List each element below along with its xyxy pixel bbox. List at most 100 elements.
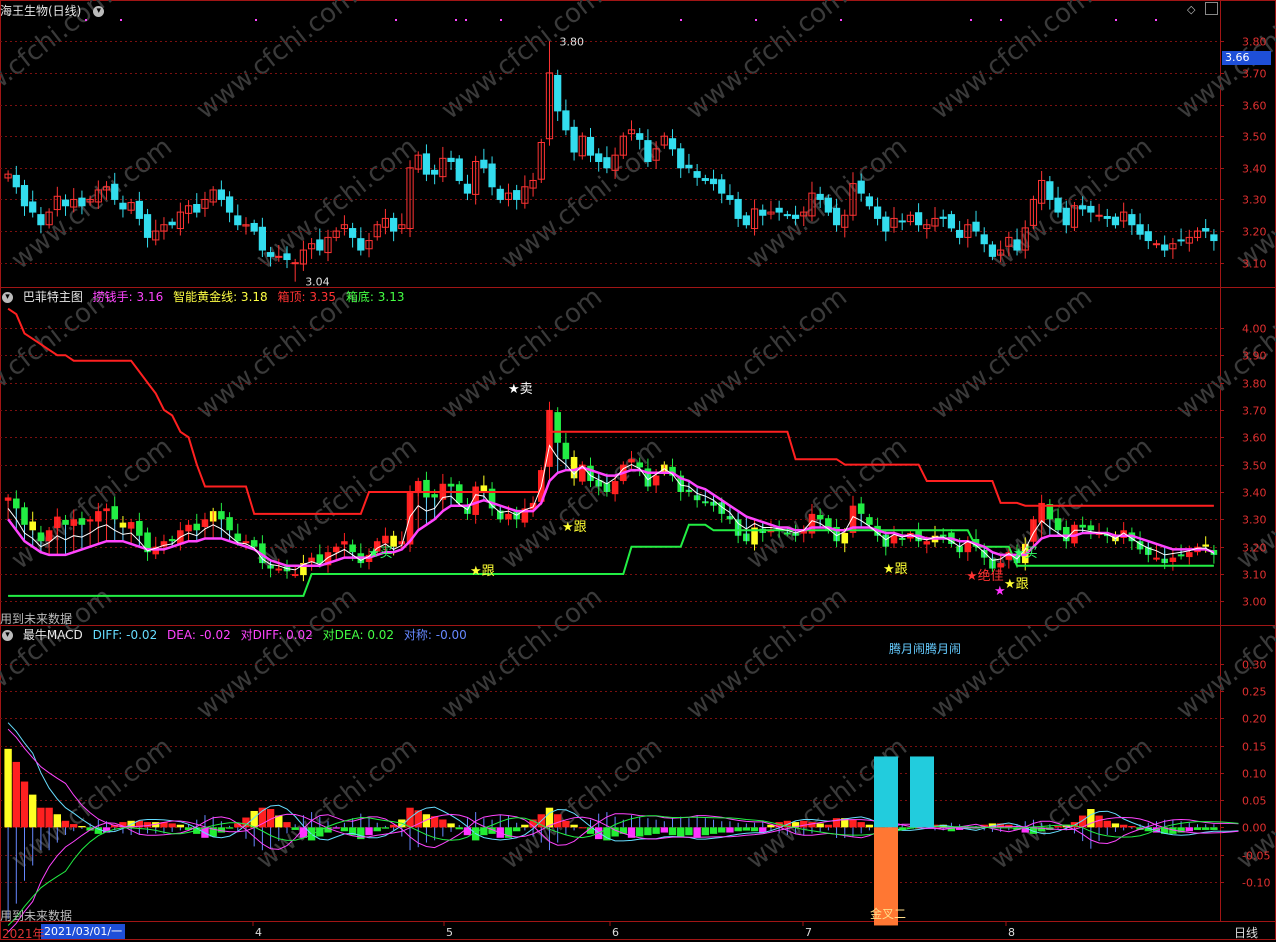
candle-body (1186, 552, 1193, 558)
macd-bar (824, 824, 833, 828)
candle-body (422, 153, 431, 175)
marker-dot (120, 19, 122, 21)
watermark-text: www.cfchi.com (926, 282, 1098, 426)
candle-body (997, 563, 1004, 568)
y-tick-label: 0.30 (1242, 659, 1267, 672)
candle-body (791, 214, 800, 219)
macd-bar (61, 820, 70, 828)
candle-body (677, 148, 685, 169)
candle-body (1202, 544, 1209, 547)
watermark-text: www.cfchi.com (496, 432, 668, 576)
macd-bar (1202, 827, 1210, 830)
candle-body (258, 226, 267, 251)
candle-body (431, 494, 438, 498)
macd-bar (1119, 824, 1128, 828)
panel-menu-icon[interactable]: ▾ (93, 6, 105, 17)
macd-bar (734, 827, 742, 832)
candle-body (1144, 231, 1152, 242)
macd-bar (742, 827, 751, 831)
candle-body (250, 540, 258, 547)
panel-menu-icon[interactable]: ▾ (2, 292, 13, 303)
candle-body (20, 185, 29, 207)
candle-body (1111, 216, 1120, 226)
future-data-note: 用到未来数据 (0, 909, 73, 923)
candle-body (37, 214, 45, 226)
y-tick-label: -0.10 (1242, 877, 1270, 890)
indicator-box-top: 箱顶: 3.35 (277, 290, 337, 304)
candle-body (857, 180, 865, 194)
candle-body (1103, 216, 1111, 219)
y-tick-label: 0.15 (1242, 741, 1267, 754)
indicator-golden-line: 智能黄金线: 3.18 (173, 290, 268, 304)
candle-body (1128, 214, 1136, 226)
candle-body (226, 517, 233, 531)
macd-top-text: 腾月闹腾月闹 (889, 641, 961, 656)
candle-body (1087, 205, 1095, 213)
macd-bar (94, 827, 103, 834)
marker-dot (255, 19, 257, 21)
candle-body (1136, 224, 1144, 235)
y-tick-label: 3.50 (1242, 131, 1267, 144)
candle-body (980, 234, 988, 245)
y-tick-label: 0.05 (1242, 795, 1267, 808)
price-panel-title: 海王生物(日线) (0, 4, 82, 18)
signal-label: ★跟 (562, 520, 587, 535)
candle-body (455, 484, 463, 503)
macd-bar (1103, 820, 1111, 828)
period-label[interactable]: 日线 (1234, 924, 1258, 941)
macd-bar (1111, 823, 1120, 828)
panel-toggle-button[interactable] (1205, 2, 1218, 15)
candle-body (866, 517, 873, 525)
candle-body (266, 252, 275, 257)
candle-body (447, 157, 455, 162)
candle-body (865, 196, 874, 207)
macd-bar (29, 794, 37, 828)
selected-date[interactable]: 2021/03/01/一 (41, 924, 126, 939)
watermark-text: www.cfchi.com (0, 582, 118, 726)
x-tick-label: 8 (1008, 926, 1015, 939)
future-data-note: 用到未来数据 (0, 612, 73, 626)
candle-body (734, 198, 742, 219)
candle-body (1079, 524, 1086, 528)
candle-body (955, 229, 964, 238)
candle-body (816, 514, 824, 520)
y-tick-label: 3.10 (1242, 569, 1267, 582)
marker-dot (500, 19, 502, 21)
x-tick-label: 4 (255, 926, 262, 939)
watermark-text: www.cfchi.com (436, 0, 608, 126)
candle-body (693, 171, 701, 178)
candle-body (250, 222, 258, 232)
y-tick-label: 0.20 (1242, 713, 1267, 726)
panel-menu-icon[interactable]: ▾ (2, 630, 13, 641)
candle-body (143, 214, 152, 238)
marker-dot (395, 19, 397, 21)
candle-body (78, 197, 86, 207)
y-tick-label: 3.00 (1242, 596, 1267, 609)
candle-body (701, 178, 709, 181)
macd-bar (718, 827, 726, 833)
macd-bar (570, 824, 578, 828)
candle-body (62, 519, 69, 525)
candle-body (742, 215, 750, 226)
x-tick-label: 7 (805, 926, 812, 939)
candle-body (668, 138, 677, 150)
macd-bar (4, 748, 12, 828)
candle-body (111, 506, 119, 520)
high-price-label: 3.80 (559, 35, 584, 48)
macd-bar (225, 827, 234, 829)
candle-body (463, 183, 472, 194)
macd-bar (849, 819, 857, 828)
macd-bar (578, 827, 586, 829)
candle-body (832, 207, 841, 226)
buffett-panel-title: 巴菲特主图 (22, 290, 83, 304)
diamond-icon[interactable]: ◇ (1187, 3, 1195, 16)
marker-dot (1155, 19, 1157, 21)
signal-label: ★绝佳 (966, 568, 1004, 584)
candle-body (218, 511, 225, 520)
candle-body (775, 207, 783, 213)
y-tick-label: 3.70 (1242, 68, 1267, 81)
candle-body (29, 521, 36, 531)
marker-dot (1000, 19, 1002, 21)
candle-body (603, 157, 611, 169)
macd-bar (512, 827, 521, 832)
